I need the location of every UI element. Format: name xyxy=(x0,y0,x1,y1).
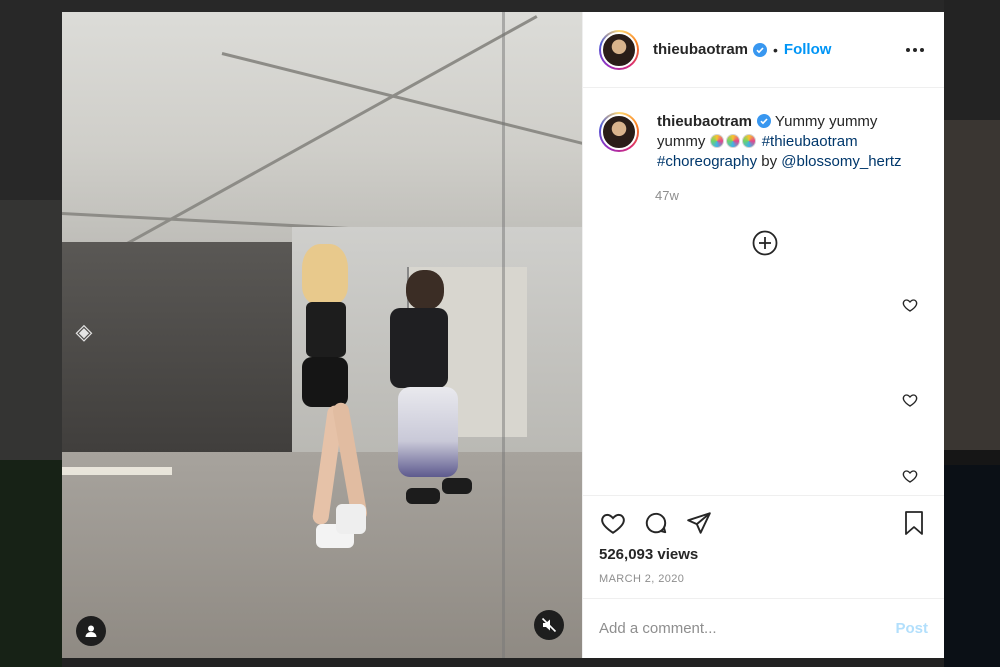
caption-avatar[interactable] xyxy=(599,112,639,152)
comment-like-button[interactable] xyxy=(902,392,918,408)
post-comment-button[interactable]: Post xyxy=(895,620,928,637)
caption-username[interactable]: thieubaotram xyxy=(657,113,752,130)
comment-like-button[interactable] xyxy=(902,297,918,313)
post-actions: 526,093 views MARCH 2, 2020 xyxy=(583,495,944,598)
heart-icon xyxy=(902,470,918,483)
comment-input[interactable] xyxy=(599,620,896,637)
caption-by: by xyxy=(761,153,778,170)
bookmark-icon xyxy=(905,511,923,535)
speaker-muted-icon xyxy=(541,617,557,633)
lollipop-emoji-icon xyxy=(709,133,758,150)
comment-button[interactable] xyxy=(642,509,670,537)
heart-icon xyxy=(902,299,918,312)
heart-icon xyxy=(902,394,918,407)
paper-plane-icon xyxy=(687,512,711,534)
comment-box: Post xyxy=(583,598,944,658)
separator-dot: • xyxy=(773,41,778,58)
share-button[interactable] xyxy=(685,509,713,537)
like-button[interactable] xyxy=(599,509,627,537)
comments-area: thieubaotram Yummy yummy yummy #thieubao… xyxy=(583,88,944,495)
plus-circle-icon xyxy=(752,230,778,256)
save-button[interactable] xyxy=(900,509,928,537)
post-modal: ◈ thieubaotram • Follow thieubaotram Yum… xyxy=(62,12,944,658)
follow-button[interactable]: Follow xyxy=(784,41,832,58)
hashtag-link[interactable]: #thieubaotram xyxy=(762,133,858,150)
caption: thieubaotram Yummy yummy yummy #thieubao… xyxy=(599,112,928,172)
user-tag-button[interactable] xyxy=(76,616,106,646)
heart-icon xyxy=(601,513,625,534)
comment-icon xyxy=(645,512,667,534)
post-video[interactable]: ◈ xyxy=(62,12,582,658)
mention-link[interactable]: @blossomy_hertz xyxy=(781,153,901,170)
more-options-button[interactable] xyxy=(902,37,928,63)
avatar[interactable] xyxy=(599,29,639,70)
verified-badge-icon xyxy=(757,114,772,128)
caption-timestamp[interactable]: 47w xyxy=(655,188,928,203)
username-link[interactable]: thieubaotram xyxy=(653,41,748,58)
verified-badge-icon xyxy=(753,42,768,57)
post-date[interactable]: MARCH 2, 2020 xyxy=(599,573,928,585)
hashtag-link[interactable]: #choreography xyxy=(657,153,757,170)
more-horizontal-icon xyxy=(906,47,924,52)
post-side-panel: thieubaotram • Follow thieubaotram Yummy… xyxy=(582,12,944,658)
user-icon xyxy=(85,625,97,637)
view-count[interactable]: 526,093 views xyxy=(599,546,928,563)
mute-button[interactable] xyxy=(534,610,564,640)
comment-like-button[interactable] xyxy=(902,468,918,484)
load-more-comments-button[interactable] xyxy=(751,229,779,257)
studio-logo: ◈ xyxy=(75,319,93,344)
post-header: thieubaotram • Follow xyxy=(583,12,944,88)
